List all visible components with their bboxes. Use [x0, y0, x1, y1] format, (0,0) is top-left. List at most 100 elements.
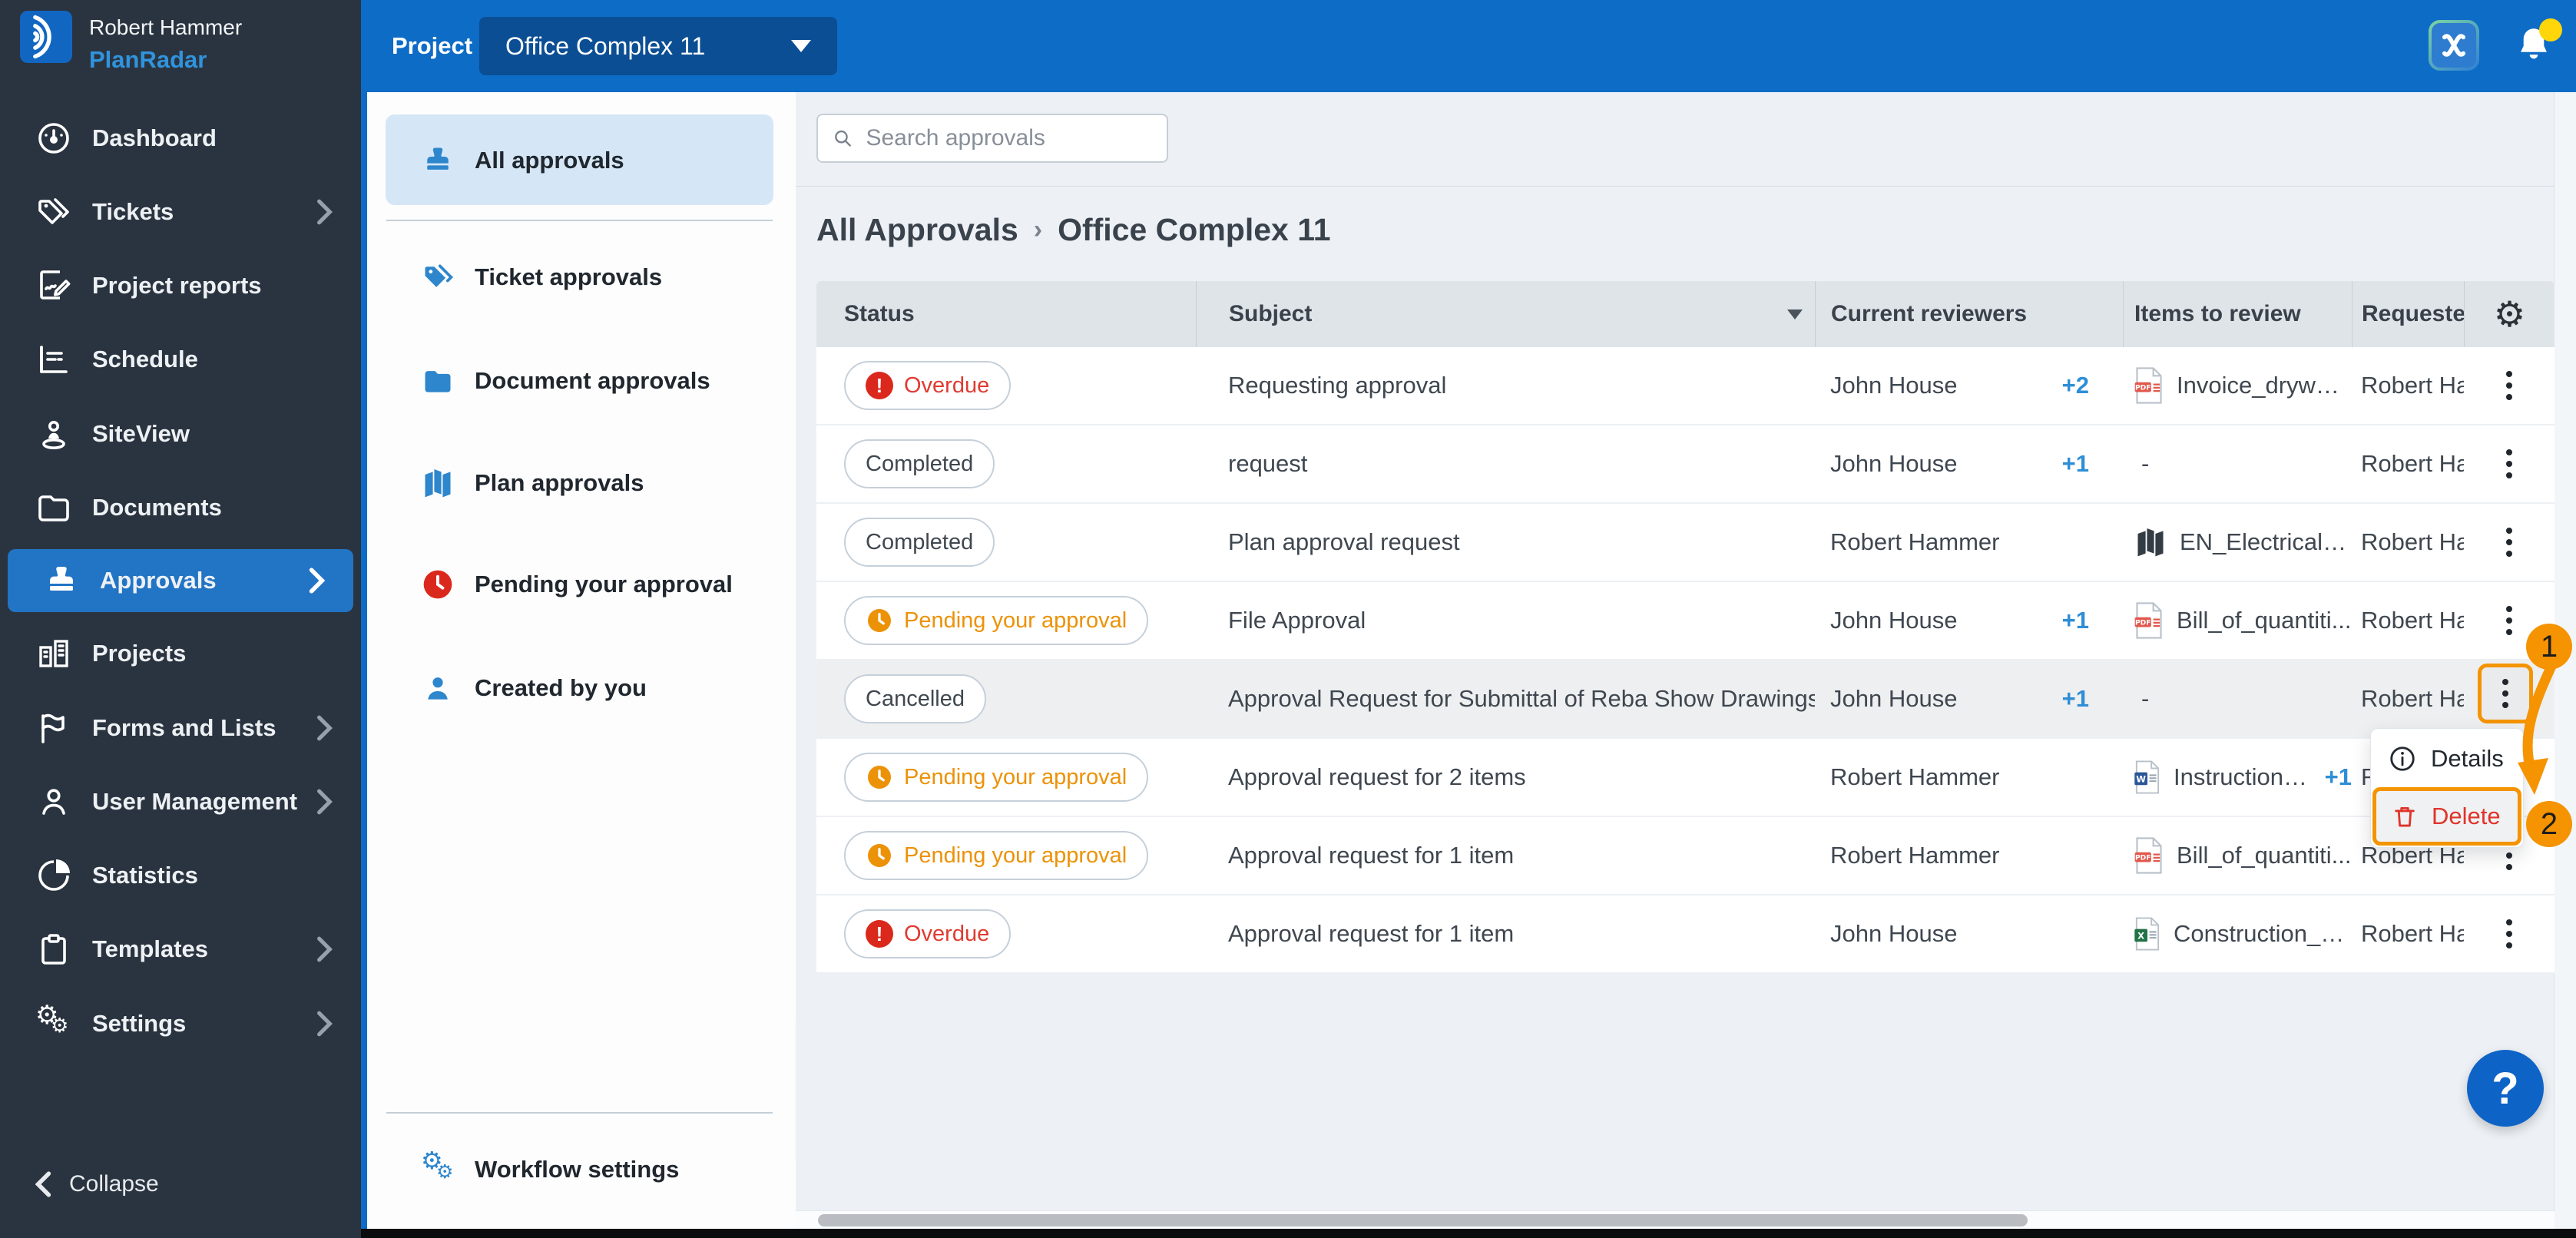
subnav-item-label: Ticket approvals: [475, 263, 663, 290]
sidebar-item-statistics[interactable]: Statistics: [0, 839, 361, 912]
sidebar-item-dashboard[interactable]: Dashboard: [0, 101, 361, 175]
column-header-status[interactable]: Status: [816, 281, 1196, 347]
alert-icon: !: [866, 372, 893, 399]
approvals-table: Status Subject Current reviewers Items t…: [816, 281, 2554, 974]
collapse-label: Collapse: [69, 1171, 159, 1197]
stamp-icon: [43, 562, 80, 599]
subnav-item-created-by-you[interactable]: Created by you: [367, 664, 796, 713]
help-button[interactable]: ?: [2467, 1050, 2544, 1127]
chevron-right-icon: [316, 1011, 333, 1037]
table-row[interactable]: Pending your approval File Approval John…: [816, 582, 2554, 660]
search-input[interactable]: [864, 124, 1153, 152]
sidebar-item-siteview[interactable]: SiteView: [0, 397, 361, 471]
sidebar-item-settings[interactable]: ⚙ ⚙ Settings: [0, 987, 361, 1061]
column-header-items-to-review[interactable]: Items to review: [2123, 281, 2352, 347]
horizontal-scrollbar-thumb[interactable]: [818, 1214, 2028, 1226]
item-file-name[interactable]: Construction_sc...: [2174, 920, 2352, 948]
subject-text: Approval request for 1 item: [1228, 842, 1515, 869]
item-file-name[interactable]: Bill_of_quantiti...: [2177, 607, 2351, 634]
divider: [386, 1112, 773, 1114]
clipboard-icon: [35, 931, 72, 968]
sidebar-item-label: Dashboard: [92, 124, 217, 151]
reviewer-extra-count[interactable]: +2: [2062, 372, 2089, 399]
table-row[interactable]: Pending your approval Approval request f…: [816, 739, 2554, 817]
table-gear-icon[interactable]: ⚙: [2494, 296, 2525, 332]
subnav-item-all-approvals-row[interactable]: All approvals: [367, 136, 796, 185]
requester-name: Robert Ha: [2361, 607, 2464, 634]
workflow-gears-icon: ⚙ ⚙: [421, 1146, 454, 1183]
subnav-item-ticket-approvals[interactable]: Ticket approvals: [367, 253, 796, 302]
subnav-item-plan-approvals[interactable]: Plan approvals: [367, 458, 796, 508]
subnav-item-document-approvals[interactable]: Document approvals: [367, 356, 796, 405]
reviewer-name: John House: [1830, 450, 1958, 477]
sidebar-item-user-management[interactable]: User Management: [0, 765, 361, 839]
sidebar-item-label: Forms and Lists: [92, 714, 276, 741]
item-file-name[interactable]: Invoice_drywal...: [2177, 372, 2352, 399]
row-menu-kebab-icon[interactable]: [2486, 907, 2532, 961]
svg-text:W: W: [2136, 773, 2146, 784]
subnav-item-pending-your-approval[interactable]: Pending your approval: [367, 560, 796, 609]
item-file-name[interactable]: EN_Electrical_...: [2180, 528, 2352, 556]
breadcrumb-all-approvals[interactable]: All Approvals: [816, 212, 1018, 248]
connect-app-icon[interactable]: [2429, 20, 2479, 71]
row-menu-kebab-icon[interactable]: [2486, 437, 2532, 491]
sidebar-item-approvals[interactable]: Approvals: [8, 549, 353, 612]
context-menu-details[interactable]: Details: [2372, 730, 2521, 787]
project-label: Project: [392, 32, 473, 59]
row-menu-kebab-icon[interactable]: [2486, 594, 2532, 647]
planradar-logo: [20, 11, 72, 63]
project-dropdown[interactable]: Office Complex 11: [479, 17, 837, 75]
chevron-right-icon: [309, 568, 326, 594]
column-header-current-reviewers[interactable]: Current reviewers: [1815, 281, 2123, 347]
table-row[interactable]: Completed Plan approval request Robert H…: [816, 504, 2554, 582]
sidebar-item-documents[interactable]: Documents: [0, 471, 361, 545]
divider: [386, 220, 773, 221]
item-file-name[interactable]: Instructiona...: [2174, 763, 2316, 791]
item-extra-count[interactable]: +1: [2325, 763, 2352, 791]
sidebar-item-project-reports[interactable]: Project reports: [0, 249, 361, 323]
table-row-selected[interactable]: Cancelled Approval Request for Submittal…: [816, 660, 2554, 739]
collapse-sidebar-button[interactable]: Collapse: [35, 1171, 159, 1197]
table-row[interactable]: ! Overdue Requesting approval John House…: [816, 347, 2554, 425]
sidebar-item-label: Documents: [92, 494, 222, 521]
requester-name: Robert Ha: [2361, 528, 2464, 555]
reviewer-extra-count[interactable]: +1: [2062, 607, 2089, 634]
sidebar-item-schedule[interactable]: Schedule: [0, 323, 361, 396]
reviewer-extra-count[interactable]: +1: [2062, 450, 2089, 478]
workflow-settings-button[interactable]: ⚙ ⚙ Workflow settings: [367, 1145, 796, 1194]
notifications-bell-icon[interactable]: [2511, 18, 2562, 72]
status-badge: ! Overdue: [844, 909, 1012, 958]
gears-icon: ⚙ ⚙: [35, 1000, 69, 1038]
reviewer-extra-count[interactable]: +1: [2062, 685, 2089, 713]
pie-icon: [35, 857, 72, 894]
sidebar-item-label: Project reports: [92, 272, 262, 299]
sidebar-item-label: Approvals: [100, 567, 217, 594]
main-sidebar: Robert Hammer PlanRadar Dashboard Ticket…: [0, 0, 361, 1238]
table-row[interactable]: Completed request John House +1 - Robert…: [816, 425, 2554, 504]
sidebar-item-templates[interactable]: Templates: [0, 912, 361, 986]
horizontal-scrollbar[interactable]: [796, 1210, 2554, 1230]
chevron-down-icon: [791, 40, 811, 52]
context-menu-delete[interactable]: Delete: [2372, 787, 2521, 846]
column-header-requester[interactable]: Requester: [2352, 281, 2464, 347]
table-row[interactable]: ! Overdue Approval request for 1 item Jo…: [816, 895, 2554, 974]
table-row[interactable]: Pending your approval Approval request f…: [816, 817, 2554, 895]
column-header-subject[interactable]: Subject: [1196, 281, 1815, 347]
planradar-app: Project Office Complex 11 Robert Hammer …: [0, 0, 2576, 1238]
breadcrumb: All Approvals › Office Complex 11: [816, 212, 1331, 248]
map-icon: [421, 466, 455, 500]
clock-icon: [868, 609, 891, 632]
row-menu-kebab-icon[interactable]: [2486, 359, 2532, 412]
subject-text: Plan approval request: [1228, 528, 1460, 555]
project-dropdown-value: Office Complex 11: [505, 31, 706, 60]
sidebar-item-tickets[interactable]: Tickets: [0, 175, 361, 249]
row-menu-kebab-icon[interactable]: [2486, 515, 2532, 569]
sidebar-item-projects[interactable]: Projects: [0, 617, 361, 690]
item-file-name[interactable]: Bill_of_quantiti...: [2177, 842, 2351, 869]
brand-name: PlanRadar: [89, 46, 207, 73]
search-box[interactable]: [816, 114, 1168, 163]
flag-icon: [35, 710, 72, 746]
user-icon: [35, 783, 72, 820]
sidebar-item-label: Statistics: [92, 862, 198, 889]
sidebar-item-forms-and-lists[interactable]: Forms and Lists: [0, 691, 361, 765]
